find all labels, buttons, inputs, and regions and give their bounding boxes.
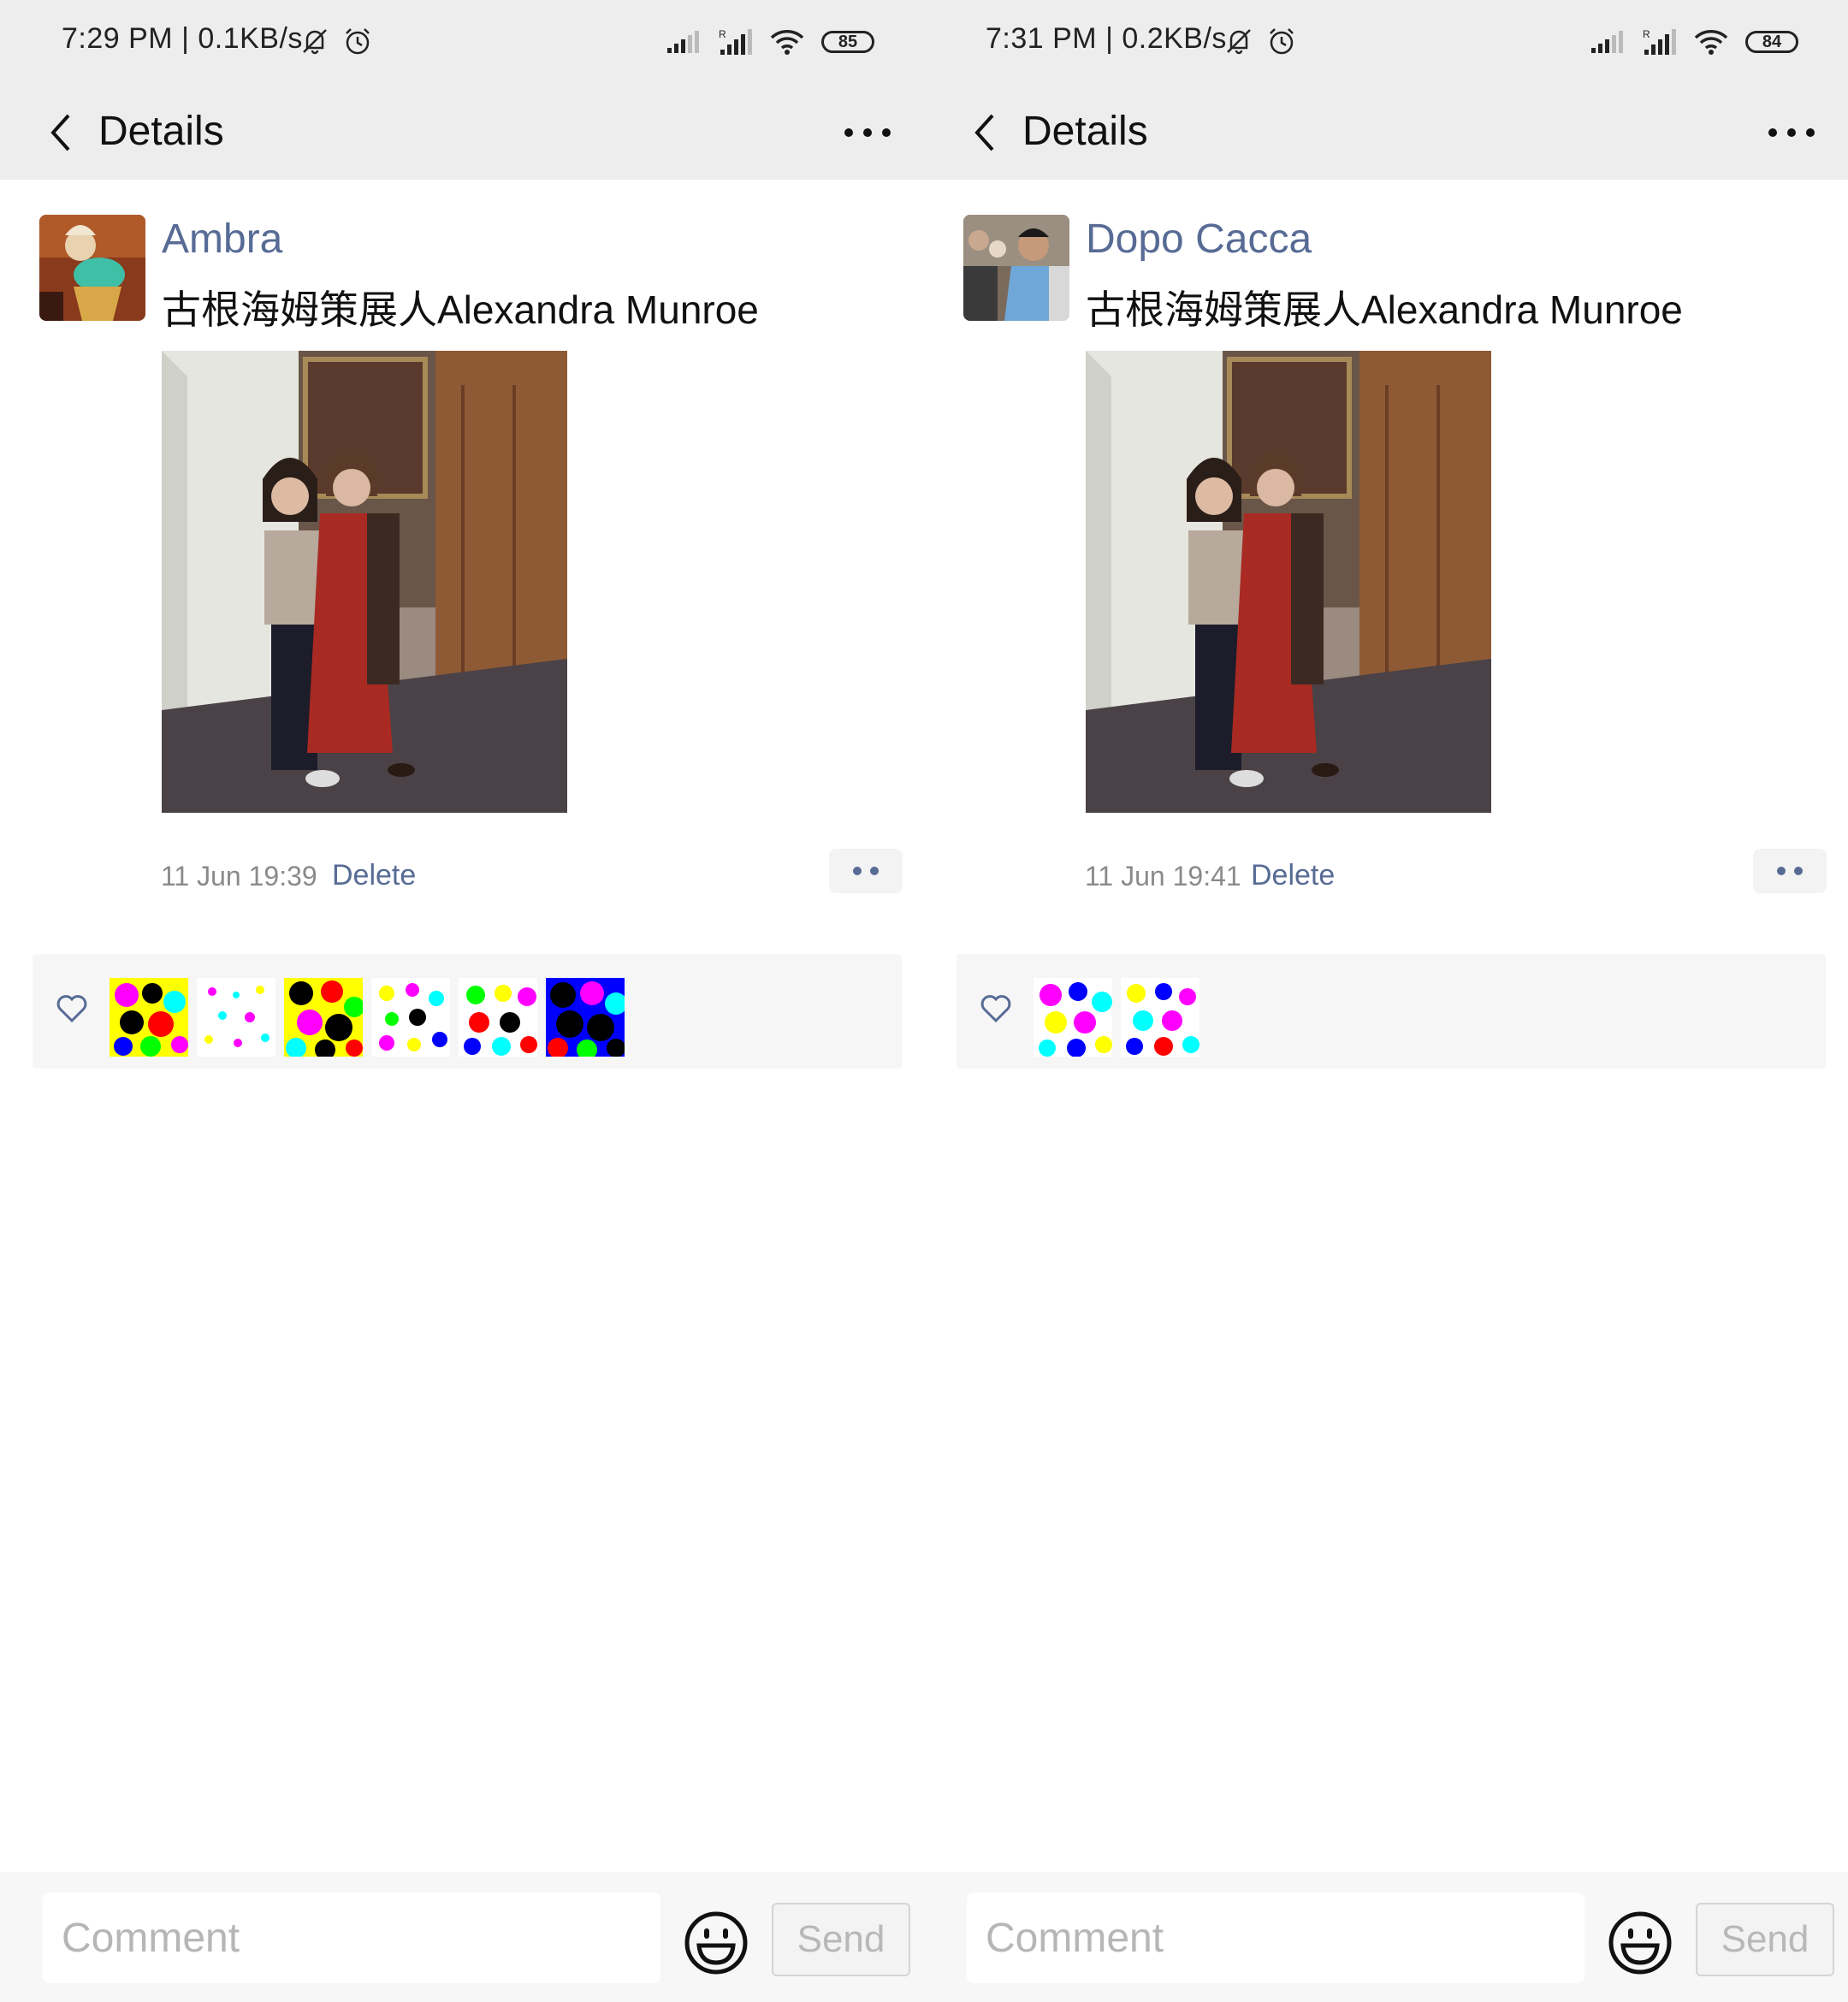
liker-avatar[interactable] xyxy=(110,978,188,1057)
delete-link[interactable]: Delete xyxy=(1251,859,1335,892)
back-arrow-icon xyxy=(50,114,70,151)
author-name[interactable]: Dopo Cacca xyxy=(1086,216,1312,263)
liker-avatar[interactable] xyxy=(1121,978,1199,1057)
page-title: Details xyxy=(1022,109,1148,154)
liker-avatar[interactable] xyxy=(197,978,275,1057)
likes-panel xyxy=(33,954,902,1069)
send-button[interactable]: Send xyxy=(772,1903,910,1976)
signal-icon xyxy=(1591,31,1623,53)
signal-icon xyxy=(667,31,699,53)
status-time: 7:29 PM | 0.1KB/s xyxy=(62,22,303,55)
more-button[interactable] xyxy=(1757,103,1826,163)
svg-text:R: R xyxy=(1643,28,1650,40)
header-bar: Details xyxy=(924,86,1848,180)
likes-panel xyxy=(957,954,1826,1069)
moments-details-screen-right: 7:31 PM | 0.2KB/s R 84 Details Dopo Cacc… xyxy=(924,0,1848,2002)
more-button[interactable] xyxy=(833,103,902,163)
dot-icon xyxy=(1794,867,1803,875)
heart-icon xyxy=(980,995,1011,1023)
battery-icon: 84 xyxy=(1745,31,1798,53)
delete-link[interactable]: Delete xyxy=(332,859,416,892)
alarm-icon xyxy=(1270,28,1294,55)
liker-avatar[interactable] xyxy=(546,978,625,1057)
comment-bar: Send xyxy=(924,1872,1848,2002)
dot-icon xyxy=(1777,867,1786,875)
like-comment-button[interactable] xyxy=(829,849,903,893)
heart-icon xyxy=(56,995,87,1023)
liker-avatar[interactable] xyxy=(459,978,537,1057)
alarm-icon xyxy=(346,28,370,55)
back-button[interactable] xyxy=(31,103,91,163)
comment-input[interactable] xyxy=(43,1892,660,1983)
status-bar: 7:31 PM | 0.2KB/s R 84 xyxy=(924,0,1848,86)
signal-roaming-icon: R xyxy=(1643,28,1676,55)
liker-avatar[interactable] xyxy=(371,978,450,1057)
dot-icon xyxy=(853,867,862,875)
svg-text:R: R xyxy=(719,28,726,40)
comment-bar: Send xyxy=(0,1872,924,2002)
mute-icon xyxy=(303,29,327,55)
status-time: 7:31 PM | 0.2KB/s xyxy=(986,22,1227,55)
post-text: 古根海姆策展人Alexandra Munroe xyxy=(162,287,759,332)
author-avatar[interactable] xyxy=(963,215,1069,321)
emoji-button[interactable] xyxy=(683,1910,749,1976)
send-button[interactable]: Send xyxy=(1696,1903,1834,1976)
emoji-button[interactable] xyxy=(1607,1910,1673,1976)
author-name[interactable]: Ambra xyxy=(162,216,282,263)
dot-icon xyxy=(870,867,879,875)
liker-avatar[interactable] xyxy=(1034,978,1112,1057)
liker-avatar[interactable] xyxy=(284,978,363,1057)
wifi-icon xyxy=(1694,30,1728,55)
page-title: Details xyxy=(98,109,224,154)
back-button[interactable] xyxy=(955,103,1015,163)
back-arrow-icon xyxy=(974,114,994,151)
moments-details-screen-left: 7:29 PM | 0.1KB/s R 85 Details Ambra 古根海… xyxy=(0,0,924,2002)
comment-input[interactable] xyxy=(967,1892,1584,1983)
like-comment-button[interactable] xyxy=(1753,849,1827,893)
post-timestamp: 11 Jun 19:39 xyxy=(161,861,317,891)
post-text: 古根海姆策展人Alexandra Munroe xyxy=(1086,287,1683,332)
post-photo[interactable] xyxy=(162,351,567,813)
status-bar: 7:29 PM | 0.1KB/s R 85 xyxy=(0,0,924,86)
emoji-icon xyxy=(684,1911,748,1975)
signal-roaming-icon: R xyxy=(719,28,752,55)
author-avatar[interactable] xyxy=(39,215,145,321)
post-photo[interactable] xyxy=(1086,351,1491,813)
battery-icon: 85 xyxy=(821,31,874,53)
mute-icon xyxy=(1227,29,1251,55)
more-icon xyxy=(844,128,891,137)
emoji-icon xyxy=(1608,1911,1672,1975)
wifi-icon xyxy=(770,30,804,55)
header-bar: Details xyxy=(0,86,924,180)
post-timestamp: 11 Jun 19:41 xyxy=(1085,861,1241,891)
more-icon xyxy=(1768,128,1815,137)
split-screen: 7:29 PM | 0.1KB/s R 85 Details Ambra 古根海… xyxy=(0,0,1848,2002)
